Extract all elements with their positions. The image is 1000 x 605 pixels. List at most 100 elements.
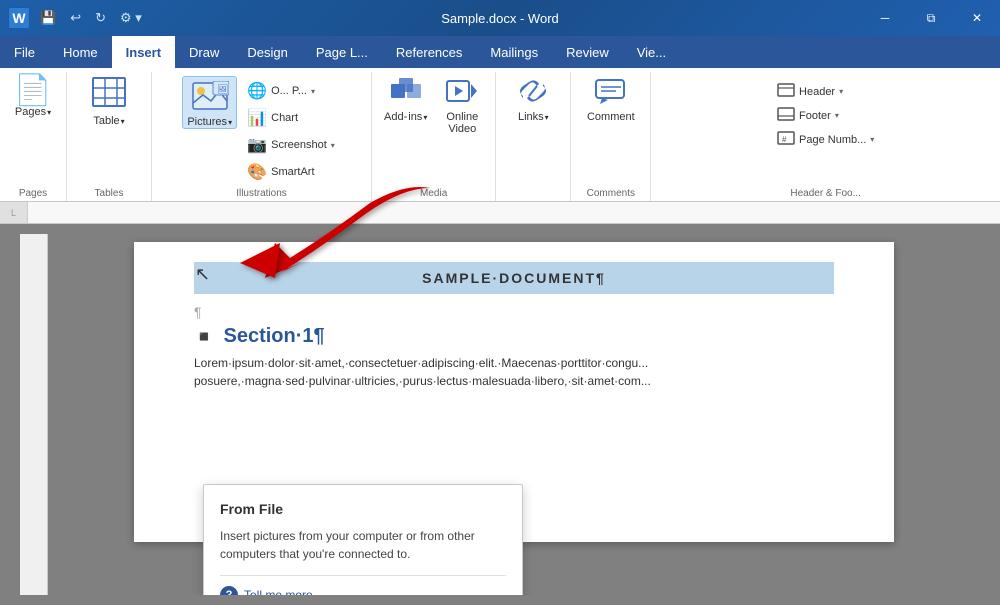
pages-group-label: Pages (8, 185, 58, 201)
screenshot-button[interactable]: 📷 Screenshot ▾ (241, 132, 341, 158)
document-header-text: SAMPLE·DOCUMENT¶ (422, 270, 606, 286)
body-text-1: Lorem·ipsum·dolor·sit·amet,·consectetuer… (194, 354, 834, 372)
table-label: Table (93, 115, 119, 127)
online-pictures-button[interactable]: 🌐 O... P... ▾ (241, 78, 341, 104)
customize-btn[interactable]: ⚙ ▾ (116, 8, 146, 28)
ribbon-group-links: Links ▾ (496, 72, 571, 201)
pages-arrow: ▾ (47, 108, 51, 117)
addins-button[interactable]: Add- ins ▾ (380, 72, 431, 123)
menu-mailings[interactable]: Mailings (476, 36, 552, 68)
header-footer-group-label: Header & Foo... (659, 185, 992, 201)
menu-bar: File Home Insert Draw Design Page L... R… (0, 36, 1000, 68)
screenshot-icon: 📷 (247, 135, 267, 155)
header-button[interactable]: Header ▾ (771, 80, 880, 103)
page-number-button[interactable]: # Page Numb... ▾ (771, 128, 880, 151)
header-icon (777, 83, 795, 100)
tell-me-more-text: Tell me more (244, 588, 313, 595)
document-header-bar: SAMPLE·DOCUMENT¶ (194, 262, 834, 294)
pictures-button[interactable]: 🖼 Pictures ▾ (182, 76, 237, 129)
close-btn[interactable]: ✕ (954, 0, 1000, 36)
menu-references[interactable]: References (382, 36, 476, 68)
online-video-button[interactable]: Online Video (437, 72, 487, 135)
redo-btn[interactable]: ↻ (91, 8, 110, 28)
comments-group-label: Comments (579, 185, 642, 201)
menu-view[interactable]: Vie... (623, 36, 680, 68)
ribbon-group-illustrations: 🖼 Pictures ▾ 🌐 O... P... ▾ (152, 72, 372, 201)
addins-label: Add- (384, 111, 407, 123)
ruler: L 1 2 3 4 5 6 (0, 202, 1000, 224)
section-title: ◾ Section·1¶ (194, 325, 834, 348)
chart-label: Chart (271, 112, 298, 124)
addins-label2: ins (408, 111, 422, 123)
menu-review[interactable]: Review (552, 36, 623, 68)
tell-me-more-link[interactable]: ? Tell me more (220, 575, 506, 595)
title-bar-left: W 💾 ↩ ↻ ⚙ ▾ (8, 7, 146, 29)
screenshot-label: Screenshot (271, 139, 327, 151)
pilcrow-mark: ¶ (194, 304, 834, 320)
online-video-label: Online (446, 111, 478, 123)
online-pictures-label: O... P... (271, 85, 307, 97)
menu-design[interactable]: Design (233, 36, 301, 68)
chart-icon: 📊 (247, 108, 267, 128)
table-arrow: ▾ (121, 117, 125, 126)
menu-pagelayout[interactable]: Page L... (302, 36, 382, 68)
ribbon-group-media: Add- ins ▾ Online V (372, 72, 496, 201)
ruler-marker: L (11, 208, 16, 218)
ribbon-group-pages: 📄 Pages ▾ Pages (0, 72, 67, 201)
word-icon: W (8, 7, 30, 29)
page-number-icon: # (777, 131, 795, 148)
restore-btn[interactable]: ⧉ (908, 0, 954, 36)
illustrations-group-label: Illustrations (160, 185, 363, 201)
header-label: Header (799, 86, 835, 98)
minimize-btn[interactable]: ─ (862, 0, 908, 36)
footer-label: Footer (799, 110, 831, 122)
ribbon-group-header-footer: Header ▾ Footer ▾ (651, 72, 1000, 201)
smartart-icon: 🎨 (247, 162, 267, 182)
ribbon: 📄 Pages ▾ Pages (0, 68, 1000, 202)
section-title-text: Section·1¶ (223, 325, 324, 347)
menu-file[interactable]: File (0, 36, 49, 68)
pictures-arrow: ▾ (228, 118, 232, 127)
smartart-label: SmartArt (271, 166, 314, 178)
svg-text:#: # (782, 135, 787, 144)
help-icon: ? (220, 586, 238, 595)
pages-label: Pages (15, 106, 46, 118)
smartart-button[interactable]: 🎨 SmartArt (241, 159, 341, 185)
menu-draw[interactable]: Draw (175, 36, 233, 68)
pages-button[interactable]: 📄 Pages ▾ (8, 72, 58, 118)
ribbon-group-tables: Table ▾ Tables (67, 72, 152, 201)
media-group-label: Media (380, 185, 487, 201)
pages-icon: 📄 (14, 76, 51, 106)
save-quick-btn[interactable]: 💾 (36, 8, 60, 28)
document-area: SAMPLE·DOCUMENT¶ ¶ ◾ Section·1¶ Lorem·ip… (0, 224, 1000, 605)
page-number-label: Page Numb... (799, 134, 866, 146)
menu-insert[interactable]: Insert (112, 36, 175, 68)
footer-button[interactable]: Footer ▾ (771, 104, 880, 127)
chart-button[interactable]: 📊 Chart (241, 105, 341, 131)
title-bar: W 💾 ↩ ↻ ⚙ ▾ Sample.docx - Word ─ ⧉ ✕ (0, 0, 1000, 36)
table-icon (91, 76, 127, 115)
body-text-2: posuere,·magna·sed·pulvinar·ultricies,·p… (194, 372, 834, 390)
comment-label: Comment (587, 111, 635, 123)
undo-btn[interactable]: ↩ (66, 8, 85, 28)
footer-icon (777, 107, 795, 124)
links-button[interactable]: Links ▾ (508, 72, 558, 123)
online-video-icon (445, 76, 479, 111)
tooltip-title: From File (220, 501, 506, 517)
online-pictures-icon: 🌐 (247, 81, 267, 101)
links-group-label (504, 196, 562, 201)
addins-icon (389, 76, 423, 111)
online-video-label2: Video (446, 123, 478, 135)
comment-button[interactable]: Comment (583, 72, 639, 123)
pictures-label: Pictures (187, 116, 227, 128)
menu-home[interactable]: Home (49, 36, 112, 68)
svg-text:🖼: 🖼 (217, 84, 228, 94)
window-title: Sample.docx - Word (441, 11, 559, 26)
links-label: Links (518, 111, 544, 123)
table-button[interactable]: Table ▾ (84, 72, 134, 127)
ribbon-group-comments: Comment Comments (571, 72, 651, 201)
pictures-icon: 🖼 (191, 81, 229, 116)
window-controls: ─ ⧉ ✕ (862, 0, 1000, 36)
comment-icon (594, 76, 628, 111)
from-file-tooltip: From File Insert pictures from your comp… (203, 484, 523, 595)
